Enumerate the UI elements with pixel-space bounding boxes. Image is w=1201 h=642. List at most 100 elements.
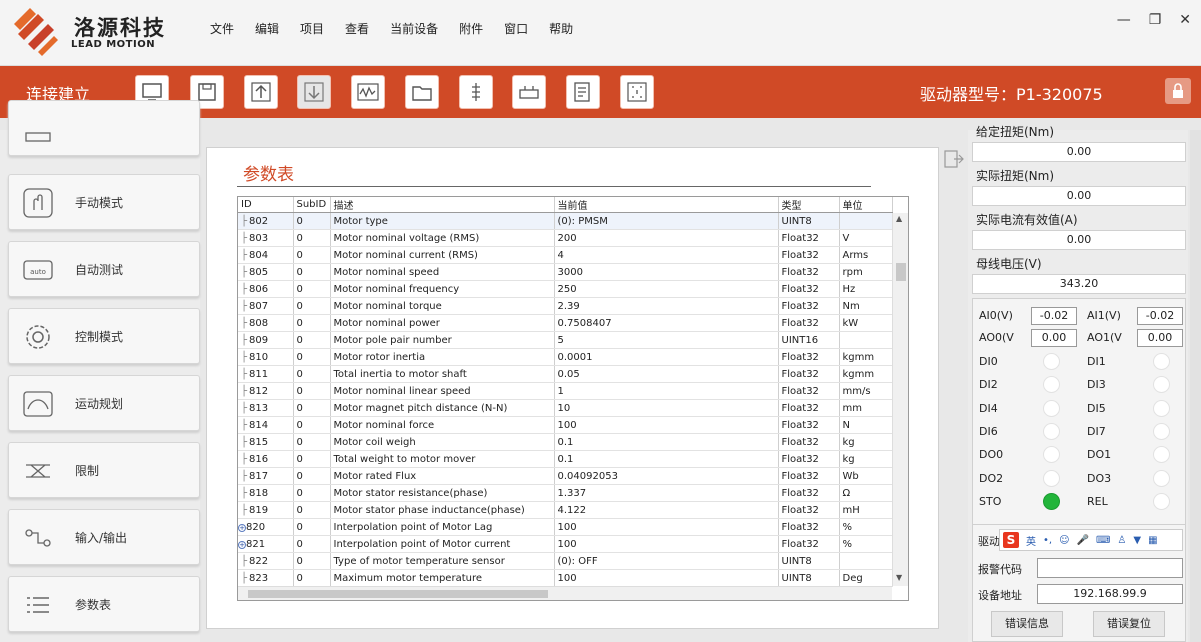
menu-file[interactable]: 文件	[210, 20, 234, 37]
drive-button[interactable]	[512, 75, 546, 109]
grid-button[interactable]	[620, 75, 654, 109]
vertical-scroll-thumb[interactable]	[896, 263, 906, 281]
table-row[interactable]: ├ 811 0 Total inertia to motor shaft 0.05 Flo…	[238, 365, 893, 383]
ao1-value[interactable]: 0.00	[1137, 329, 1183, 347]
sidebar-item-control-mode[interactable]: 控制模式	[8, 308, 200, 364]
table-row[interactable]: ├ 803 0 Motor nominal voltage (RMS) 200 Float…	[238, 229, 893, 247]
sidebar-item-param-table[interactable]: 参数表	[8, 576, 200, 632]
scroll-down-icon[interactable]: ▼	[896, 573, 902, 582]
table-row[interactable]: ├ 805 0 Motor nominal speed 3000 Float32 rpm	[238, 263, 893, 281]
table-row[interactable]: ├ 807 0 Motor nominal torque 2.39 Float32 Nm	[238, 297, 893, 315]
cell-value[interactable]: 4	[554, 246, 779, 264]
ao0-value[interactable]: 0.00	[1031, 329, 1077, 347]
table-row[interactable]: ├ 809 0 Motor pole pair number 5 UINT16	[238, 331, 893, 349]
lock-button[interactable]	[1165, 78, 1191, 104]
ime-grid-icon[interactable]: ▦	[1148, 535, 1157, 546]
cell-value[interactable]: 1.337	[554, 484, 779, 502]
ime-lang[interactable]: 英	[1026, 533, 1036, 548]
table-row[interactable]: ├ 823 0 Maximum motor temperature 100 UINT8 De…	[238, 569, 893, 587]
table-row[interactable]: ├ 812 0 Motor nominal linear speed 1 Float32 m…	[238, 382, 893, 400]
col-header-unit[interactable]: 单位	[839, 197, 893, 213]
oscilloscope-button[interactable]	[351, 75, 385, 109]
minimize-icon[interactable]: —	[1117, 12, 1131, 28]
sidebar-item-motion-planning[interactable]: 运动规划	[8, 375, 200, 431]
ime-toolbar[interactable]: S 英 •, ☺ 🎤 ⌨ ♙ ▼ ▦	[999, 529, 1183, 551]
table-row[interactable]: ├ 814 0 Motor nominal force 100 Float32 N	[238, 416, 893, 434]
maximize-icon[interactable]: ❐	[1149, 12, 1162, 28]
report-button[interactable]	[566, 75, 600, 109]
table-row[interactable]: ├ 817 0 Motor rated Flux 0.04092053 Float32 Wb	[238, 467, 893, 485]
table-row[interactable]: ├ 808 0 Motor nominal power 0.7508407 Float32…	[238, 314, 893, 332]
table-row[interactable]: +821 0 Interpolation point of Motor curren…	[238, 535, 893, 553]
cell-value[interactable]: 0.7508407	[554, 314, 779, 332]
cell-value[interactable]: 100	[554, 569, 779, 587]
cell-value[interactable]: 2.39	[554, 297, 779, 315]
menu-current-device[interactable]: 当前设备	[390, 20, 438, 37]
vertical-scrollbar[interactable]: ▲ ▼	[892, 213, 908, 586]
cell-value[interactable]: 100	[554, 416, 779, 434]
cell-value[interactable]: 5	[554, 331, 779, 349]
tuning-button[interactable]	[459, 75, 493, 109]
col-header-subid[interactable]: SubID	[293, 197, 331, 213]
table-row[interactable]: ├ 804 0 Motor nominal current (RMS) 4 Float32…	[238, 246, 893, 264]
horizontal-scroll-thumb[interactable]	[248, 590, 548, 598]
param-grid[interactable]: ID SubID 描述 当前值 类型 单位 ├ 802 0 Motor type (0)…	[237, 196, 909, 601]
table-row[interactable]: ├ 822 0 Type of motor temperature sensor (0)…	[238, 552, 893, 570]
cell-value[interactable]: 4.122	[554, 501, 779, 519]
col-header-type[interactable]: 类型	[778, 197, 840, 213]
cell-value[interactable]: 10	[554, 399, 779, 417]
sidebar-item-auto-test[interactable]: auto 自动测试	[8, 241, 200, 297]
menu-window[interactable]: 窗口	[504, 20, 528, 37]
table-row[interactable]: ├ 806 0 Motor nominal frequency 250 Float32 Hz	[238, 280, 893, 298]
table-row[interactable]: ├ 802 0 Motor type (0): PMSM UINT8	[238, 212, 893, 230]
menu-attachment[interactable]: 附件	[459, 20, 483, 37]
ime-emoji-icon[interactable]: ☺	[1059, 535, 1069, 546]
cell-value[interactable]: 0.1	[554, 450, 779, 468]
device-address-value[interactable]: 192.168.99.9	[1037, 584, 1183, 604]
download-button[interactable]	[297, 75, 331, 109]
table-row[interactable]: ├ 810 0 Motor rotor inertia 0.0001 Float32 kgm…	[238, 348, 893, 366]
menu-help[interactable]: 帮助	[549, 20, 573, 37]
table-row[interactable]: ├ 815 0 Motor coil weigh 0.1 Float32 kg	[238, 433, 893, 451]
cell-value[interactable]: (0): PMSM	[554, 212, 779, 230]
table-row[interactable]: ├ 818 0 Motor stator resistance(phase) 1.337…	[238, 484, 893, 502]
horizontal-scrollbar[interactable]	[238, 586, 892, 600]
cell-value[interactable]: 0.1	[554, 433, 779, 451]
sidebar-item-partial[interactable]	[8, 100, 200, 156]
ime-mic-icon[interactable]: 🎤	[1077, 535, 1089, 546]
cell-value[interactable]: 200	[554, 229, 779, 247]
menu-project[interactable]: 项目	[300, 20, 324, 37]
cell-value[interactable]: 0.0001	[554, 348, 779, 366]
folder-button[interactable]	[405, 75, 439, 109]
cell-value[interactable]: 1	[554, 382, 779, 400]
upload-button[interactable]	[244, 75, 278, 109]
ime-punct-icon[interactable]: •,	[1043, 535, 1052, 546]
table-row[interactable]: ├ 813 0 Motor magnet pitch distance (N-N) 10…	[238, 399, 893, 417]
sidebar-item-manual-mode[interactable]: 手动模式	[8, 174, 200, 230]
sidebar-item-io[interactable]: 输入/输出	[8, 509, 200, 565]
table-row[interactable]: ├ 819 0 Motor stator phase inductance(phase…	[238, 501, 893, 519]
cell-value[interactable]: 100	[554, 535, 779, 553]
menu-view[interactable]: 查看	[345, 20, 369, 37]
table-row[interactable]: ├ 816 0 Total weight to motor mover 0.1 Float…	[238, 450, 893, 468]
ime-user-icon[interactable]: ♙	[1117, 535, 1126, 546]
cell-value[interactable]: 0.05	[554, 365, 779, 383]
col-header-id[interactable]: ID	[238, 197, 294, 213]
cell-value[interactable]: 3000	[554, 263, 779, 281]
collapse-panel-icon[interactable]	[944, 150, 964, 168]
close-icon[interactable]: ✕	[1179, 12, 1191, 28]
scroll-up-icon[interactable]: ▲	[896, 214, 902, 223]
sidebar-item-limit[interactable]: 限制	[8, 442, 200, 498]
cell-value[interactable]: 100	[554, 518, 779, 536]
error-info-button[interactable]: 错误信息	[991, 611, 1063, 637]
menu-edit[interactable]: 编辑	[255, 20, 279, 37]
col-header-desc[interactable]: 描述	[330, 197, 555, 213]
cell-value[interactable]: 250	[554, 280, 779, 298]
ime-shirt-icon[interactable]: ▼	[1133, 535, 1141, 546]
col-header-value[interactable]: 当前值	[554, 197, 779, 213]
cell-value[interactable]: (0): OFF	[554, 552, 779, 570]
right-panel-scrollbar[interactable]	[1190, 130, 1201, 642]
cell-value[interactable]: 0.04092053	[554, 467, 779, 485]
ime-keyboard-icon[interactable]: ⌨	[1096, 535, 1110, 546]
table-row[interactable]: +820 0 Interpolation point of Motor Lag 100…	[238, 518, 893, 536]
